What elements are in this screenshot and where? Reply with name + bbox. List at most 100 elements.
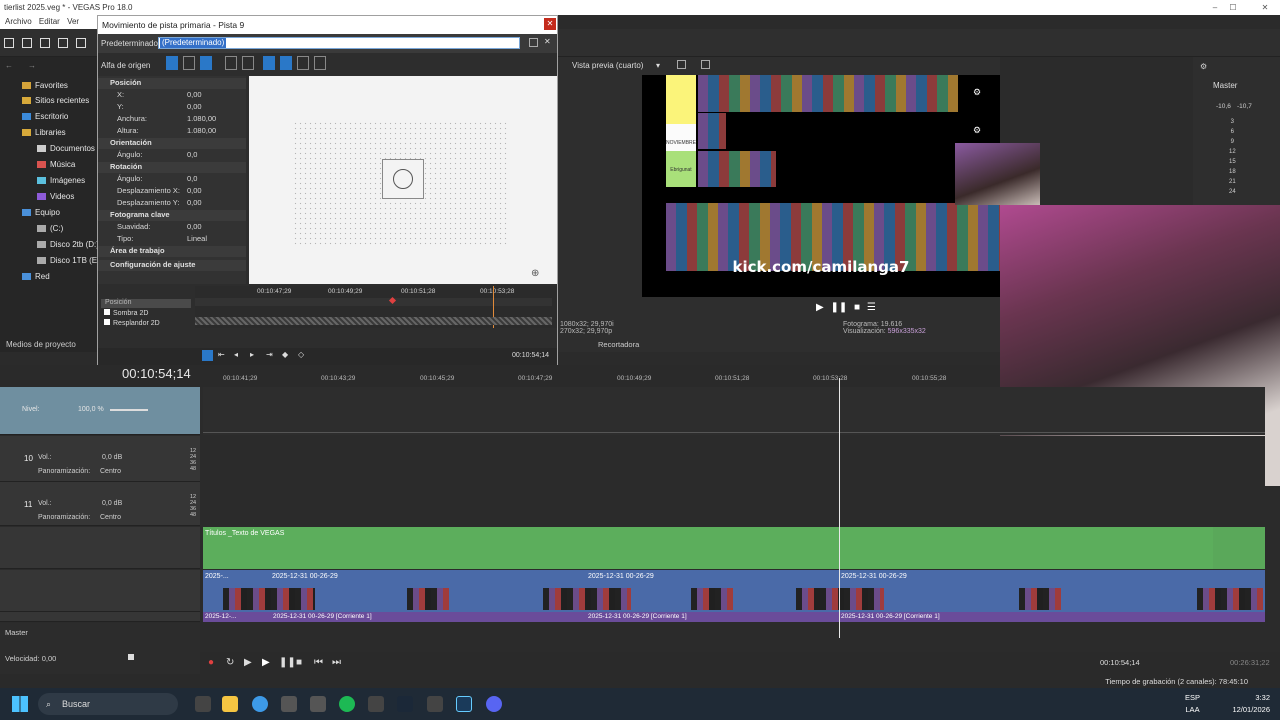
preview-quality-dropdown[interactable]: Vista previa (cuarto) xyxy=(572,61,643,70)
track-9-header[interactable]: Nivel: 100,0 % xyxy=(0,387,200,435)
video-clip-3[interactable]: 2025-12-31 00-26-29 xyxy=(588,573,654,580)
checkbox-shadow[interactable] xyxy=(104,309,110,315)
first-keyframe-icon[interactable]: ⇤ xyxy=(218,350,225,359)
track-10-header[interactable]: 10 Vol.: 0,0 dB Panoramización: Centro 1… xyxy=(0,436,200,482)
cursor-position[interactable]: 00:10:54;14 xyxy=(1100,658,1140,667)
prop-offset-y[interactable]: Desplazamiento Y: 0,00 xyxy=(98,198,246,209)
maximize-button[interactable]: ☐ xyxy=(1218,0,1248,15)
track-10-lane[interactable] xyxy=(203,436,1265,482)
prop-width[interactable]: Anchura: 1.080,00 xyxy=(98,114,246,125)
audio-track-lane[interactable]: 2025-12-... 2025-12-31 00-26-29 [Corrien… xyxy=(203,612,1265,622)
lock-icon[interactable] xyxy=(242,56,254,70)
sync-cursor-icon[interactable] xyxy=(202,350,213,361)
split-screen-icon[interactable] xyxy=(677,60,686,69)
kf-position-lane[interactable] xyxy=(195,298,552,306)
tree-item-music[interactable]: Música xyxy=(37,160,75,169)
pause-icon[interactable]: ❚❚ xyxy=(830,302,847,313)
tree-item-recent[interactable]: Sitios recientes xyxy=(22,96,89,105)
go-end-icon[interactable]: ⏭ xyxy=(332,657,341,668)
new-file-icon[interactable] xyxy=(4,38,14,48)
delete-preset-icon[interactable]: ✕ xyxy=(544,37,551,46)
steam-icon[interactable] xyxy=(397,696,413,712)
prop-offset-x[interactable]: Desplazamiento X: 0,00 xyxy=(98,186,246,197)
magnet-icon[interactable] xyxy=(183,56,195,70)
loop-icon[interactable]: ↻ xyxy=(226,657,234,668)
open-folder-icon[interactable] xyxy=(22,38,32,48)
prop-orientation-angle[interactable]: Ángulo: 0,0 xyxy=(98,150,246,161)
tree-item-drive-e[interactable]: Disco 1TB (E:) xyxy=(37,256,102,265)
app-icon[interactable] xyxy=(368,696,384,712)
text-clip-2[interactable] xyxy=(1213,527,1265,569)
track-text-header[interactable] xyxy=(0,527,200,569)
origin-dropdown[interactable]: Alfa de origen xyxy=(101,61,150,70)
kf-scrollbar[interactable] xyxy=(195,317,552,325)
app-icon[interactable] xyxy=(310,696,326,712)
menu-editar[interactable]: Editar xyxy=(39,17,60,26)
checkbox-glow[interactable] xyxy=(104,319,110,325)
discord-icon[interactable] xyxy=(486,696,502,712)
text-clip[interactable]: Títulos _Texto de VEGAS xyxy=(203,527,1213,569)
timecode-display[interactable]: 00:10:54;14 xyxy=(122,366,191,381)
tree-item-computer[interactable]: Equipo xyxy=(22,208,60,217)
close-window-button[interactable]: ✕ xyxy=(1250,0,1280,15)
stop-icon[interactable]: ■ xyxy=(854,302,860,313)
move-y-icon[interactable] xyxy=(280,56,292,70)
tree-item-desktop[interactable]: Escritorio xyxy=(22,112,68,121)
section-keyframe[interactable]: Fotograma clave xyxy=(98,210,246,221)
go-start-icon[interactable]: ⏮ xyxy=(314,657,323,668)
delete-keyframe-icon[interactable]: ◇ xyxy=(298,350,304,359)
video-clip-4[interactable]: 2025-12-31 00-26-29 xyxy=(841,573,907,580)
prop-height[interactable]: Altura: 1.080,00 xyxy=(98,126,246,137)
chrome-icon[interactable] xyxy=(252,696,268,712)
properties-icon[interactable] xyxy=(58,38,68,48)
settings-icon[interactable] xyxy=(76,38,86,48)
scale-icon[interactable] xyxy=(225,56,237,70)
language-indicator[interactable]: ESP LAA xyxy=(1185,692,1200,716)
tree-item-documents[interactable]: Documentos xyxy=(37,144,95,153)
kf-row-position[interactable]: Posición xyxy=(101,299,191,308)
rotation-handle-icon[interactable] xyxy=(393,169,413,189)
system-tray[interactable]: ESP LAA 3:32 12/01/2026 xyxy=(1185,692,1270,716)
chevron-down-icon[interactable]: ▾ xyxy=(656,61,660,70)
track-11-header[interactable]: 11 Vol.: 0,0 dB Panoramización: Centro 1… xyxy=(0,482,200,526)
play-from-start-icon[interactable]: ▶ xyxy=(244,657,252,668)
section-rotation[interactable]: Rotación xyxy=(98,162,246,173)
section-orientation[interactable]: Orientación xyxy=(98,138,246,149)
settings-icon[interactable] xyxy=(281,696,297,712)
tree-item-videos[interactable]: Videos xyxy=(37,192,74,201)
back-arrow-icon[interactable]: ← xyxy=(5,61,13,70)
timeline-playhead[interactable] xyxy=(839,378,840,638)
section-workarea[interactable]: Área de trabajo xyxy=(98,246,246,257)
track-audio-header[interactable] xyxy=(0,612,200,622)
edit-mode-icon[interactable] xyxy=(166,56,178,70)
tree-item-drive-d[interactable]: Disco 2tb (D:) xyxy=(37,240,99,249)
prevent-icon[interactable] xyxy=(314,56,326,70)
gear-icon[interactable]: ⚙ xyxy=(973,125,981,136)
section-position[interactable]: Posición xyxy=(98,78,246,89)
play-icon[interactable]: ▶ xyxy=(816,302,824,313)
video-clip-2[interactable]: 2025-12-31 00-26-29 xyxy=(272,573,338,580)
prop-smoothness[interactable]: Suavidad: 0,00 xyxy=(98,222,246,233)
tree-item-network[interactable]: Red xyxy=(22,272,50,281)
track-frame[interactable] xyxy=(382,159,424,199)
prop-y[interactable]: Y: 0,00 xyxy=(98,102,246,113)
preset-dropdown[interactable]: (Predeterminado) xyxy=(158,37,520,49)
add-keyframe-icon[interactable]: ◆ xyxy=(282,350,288,359)
close-icon[interactable]: ✕ xyxy=(544,18,556,30)
menu-archivo[interactable]: Archivo xyxy=(5,17,32,26)
gear-icon[interactable]: ⚙ xyxy=(1200,62,1207,71)
task-view-icon[interactable] xyxy=(195,696,211,712)
clock-time[interactable]: 3:32 xyxy=(1232,692,1270,704)
vegas-icon[interactable] xyxy=(456,696,472,712)
prop-x[interactable]: X: 0,00 xyxy=(98,90,246,101)
section-snap-settings[interactable]: Configuración de ajuste xyxy=(98,260,246,271)
prev-keyframe-icon[interactable]: ◂ xyxy=(234,350,238,359)
move-x-icon[interactable] xyxy=(263,56,275,70)
video-track-lane[interactable]: 2025-... 2025-12-31 00-26-29 2025-12-31 … xyxy=(203,570,1265,612)
tree-item-favorites[interactable]: Favorites xyxy=(22,81,68,90)
next-keyframe-icon[interactable]: ▸ xyxy=(250,350,254,359)
tab-cropper[interactable]: Recortadora xyxy=(598,340,639,349)
level-slider[interactable] xyxy=(110,409,148,411)
forward-arrow-icon[interactable]: → xyxy=(28,61,36,70)
save-icon[interactable] xyxy=(40,38,50,48)
